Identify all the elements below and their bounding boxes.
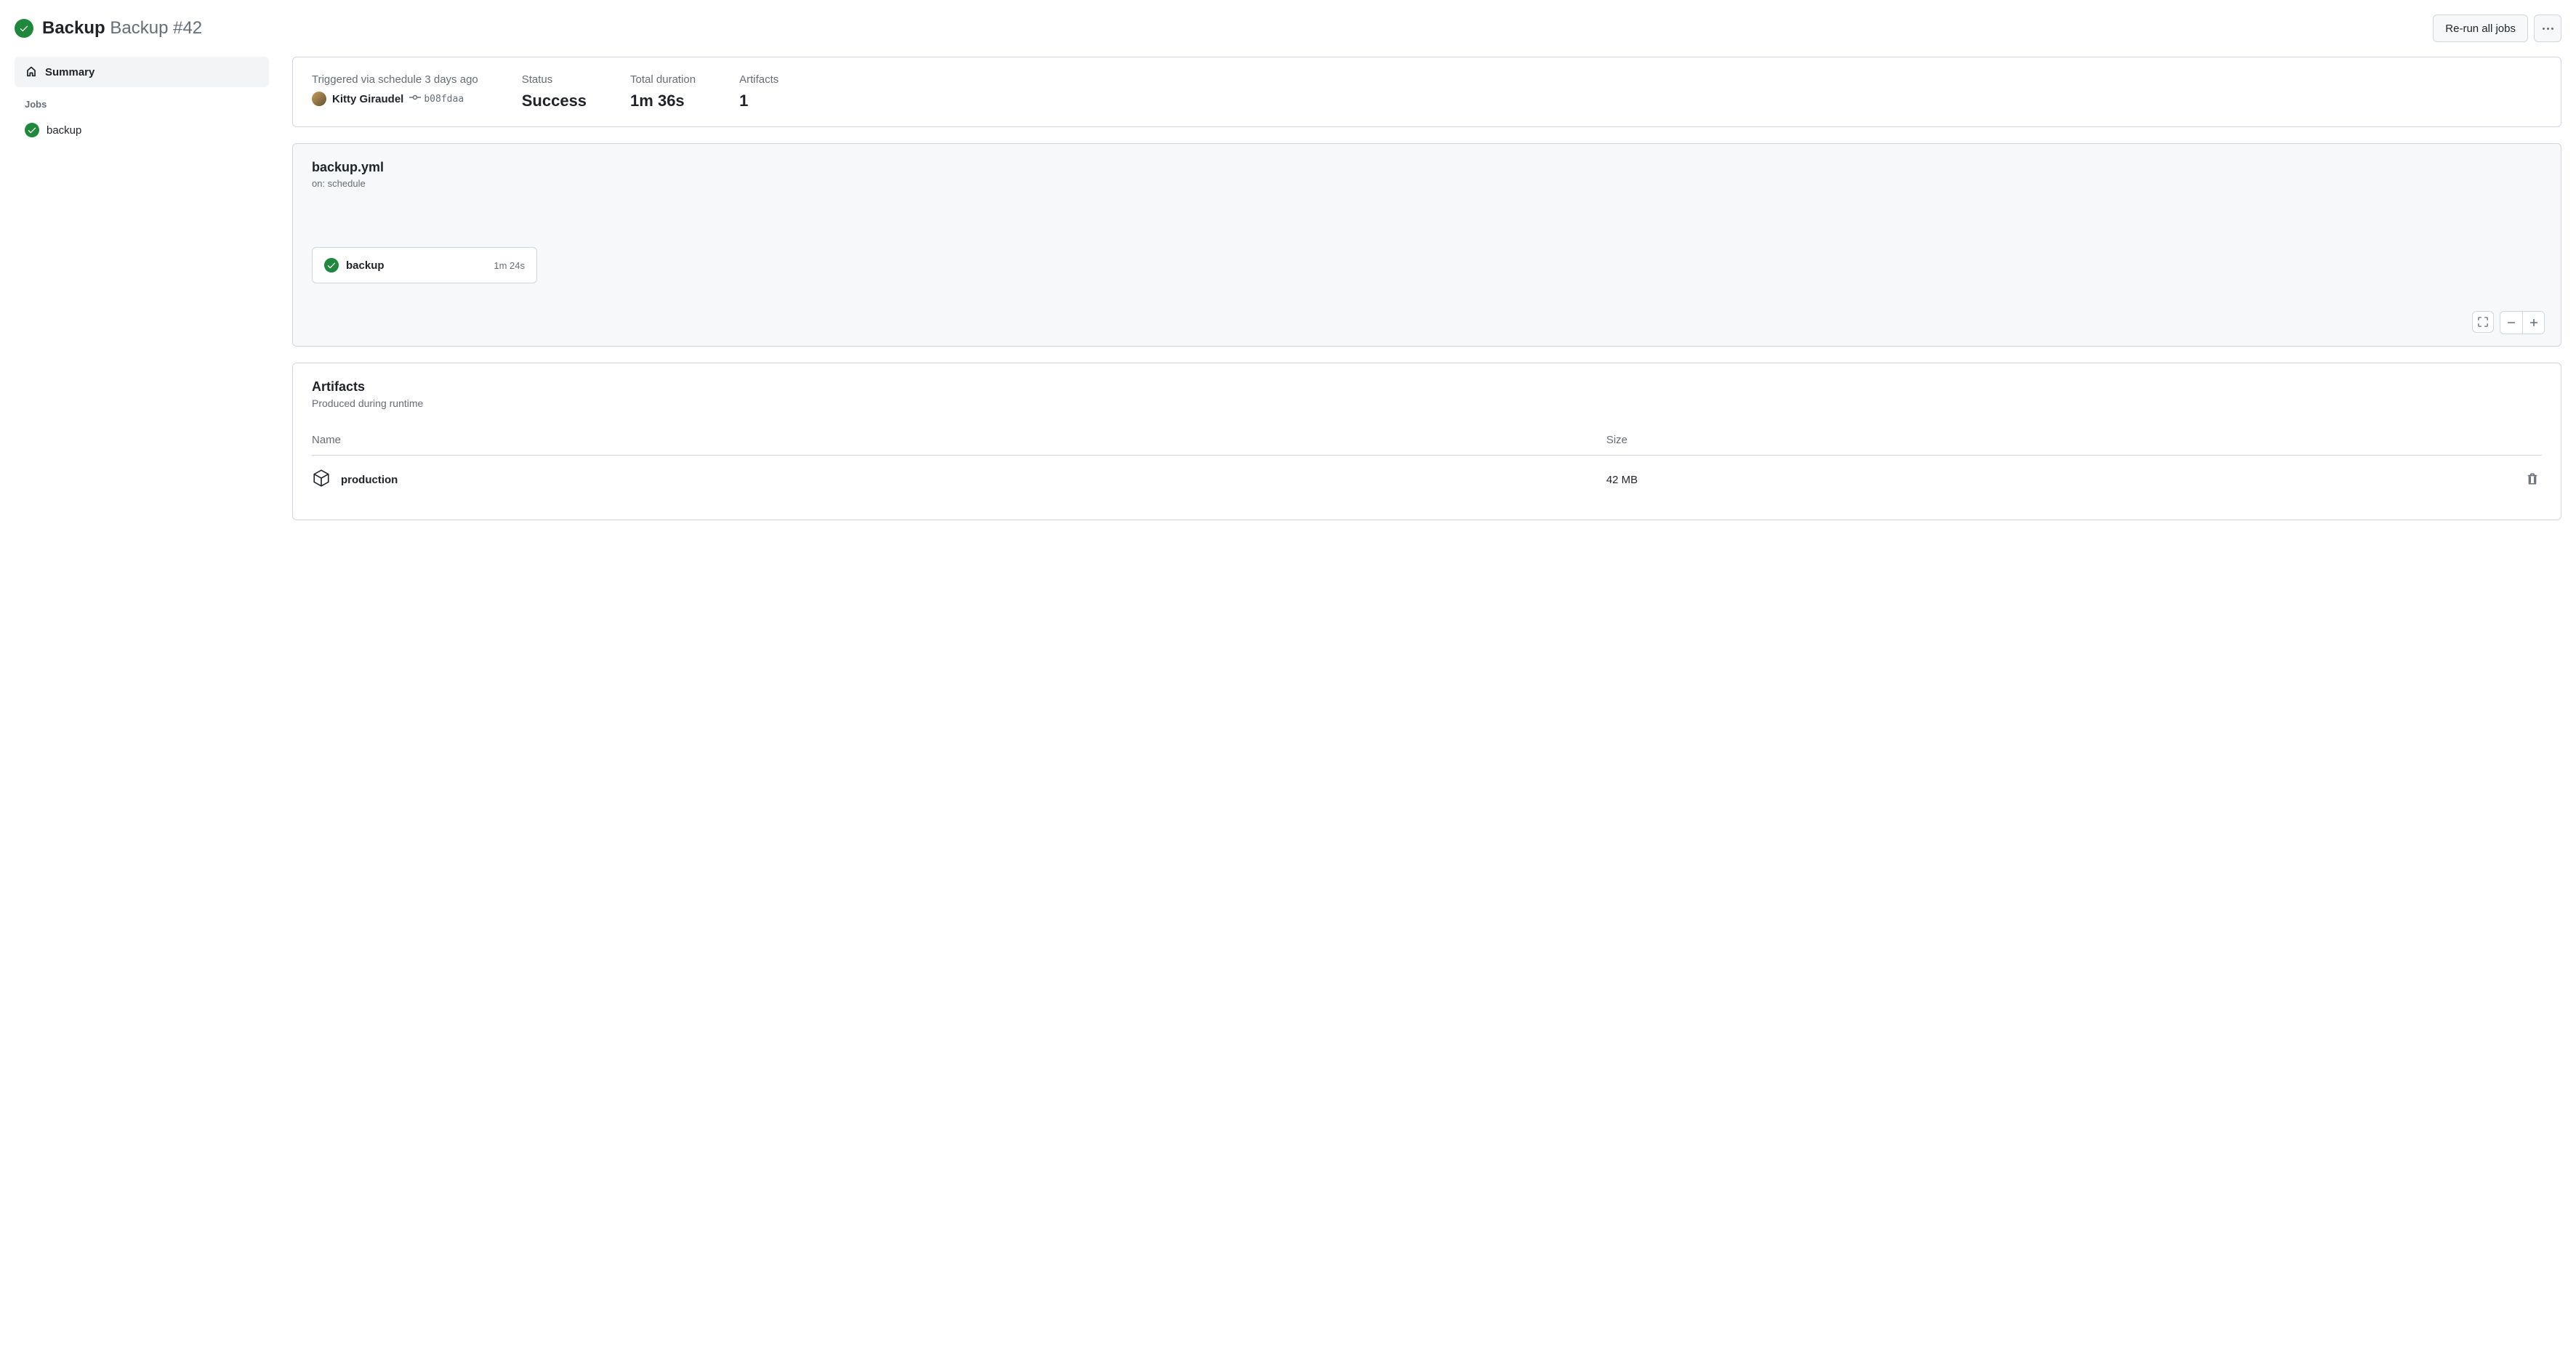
artifacts-table: Name Size production [312, 425, 2542, 504]
artifact-name: production [341, 474, 398, 486]
zoom-controls [2472, 311, 2545, 334]
status-value: Success [522, 92, 587, 110]
duration-label: Total duration [630, 73, 696, 86]
sidebar-item-label: Summary [45, 66, 94, 78]
run-meta-panel: Triggered via schedule 3 days ago Kitty … [292, 57, 2561, 127]
sidebar-item-label: backup [47, 124, 81, 137]
artifact-row: production 42 MB [312, 456, 2542, 504]
triggered-block: Triggered via schedule 3 days ago Kitty … [312, 73, 478, 110]
artifact-link[interactable]: production [312, 469, 1606, 490]
trash-icon [2526, 472, 2539, 485]
more-actions-button[interactable] [2534, 15, 2561, 42]
zoom-in-button[interactable] [2522, 312, 2544, 334]
kebab-icon [2543, 28, 2553, 30]
minus-icon [2506, 318, 2516, 328]
success-icon [15, 19, 33, 38]
artifacts-label: Artifacts [739, 73, 778, 86]
rerun-all-jobs-button[interactable]: Re-run all jobs [2433, 15, 2528, 42]
title-group: Backup Backup #42 [15, 18, 202, 39]
artifacts-subtitle: Produced during runtime [312, 397, 2542, 409]
page-header: Backup Backup #42 Re-run all jobs [15, 15, 2561, 42]
workflow-graph-panel: backup.yml on: schedule backup 1m 24s [292, 143, 2561, 347]
success-icon [25, 123, 39, 137]
artifact-size: 42 MB [1606, 456, 2498, 504]
package-icon [312, 469, 331, 490]
artifacts-value: 1 [739, 92, 778, 110]
artifacts-panel: Artifacts Produced during runtime Name S… [292, 363, 2561, 520]
workflow-file-name: backup.yml [312, 160, 2542, 175]
workflow-name: Backup [42, 18, 105, 38]
plus-icon [2529, 318, 2539, 328]
sidebar-item-summary[interactable]: Summary [15, 57, 269, 87]
sidebar: Summary Jobs backup [15, 57, 269, 536]
fullscreen-button[interactable] [2472, 311, 2494, 333]
status-label: Status [522, 73, 587, 86]
avatar[interactable] [312, 92, 326, 106]
duration-block: Total duration 1m 36s [630, 73, 696, 110]
commit-link[interactable]: b08fdaa [409, 92, 464, 106]
duration-value: 1m 36s [630, 92, 696, 110]
triggered-text: Triggered via schedule 3 days ago [312, 73, 478, 86]
job-node-name: backup [346, 259, 486, 272]
success-icon [324, 258, 339, 272]
fullscreen-icon [2478, 317, 2488, 327]
zoom-out-button[interactable] [2500, 312, 2522, 334]
sidebar-item-job-backup[interactable]: backup [15, 116, 269, 145]
col-name: Name [312, 425, 1606, 456]
job-node-duration: 1m 24s [494, 260, 525, 271]
artifacts-count-block: Artifacts 1 [739, 73, 778, 110]
workflow-trigger-line: on: schedule [312, 178, 2542, 189]
header-actions: Re-run all jobs [2433, 15, 2561, 42]
page-title: Backup Backup #42 [42, 18, 202, 39]
main-content: Triggered via schedule 3 days ago Kitty … [292, 57, 2561, 536]
sidebar-jobs-heading: Jobs [15, 87, 269, 116]
author-name[interactable]: Kitty Giraudel [332, 93, 403, 105]
artifacts-title: Artifacts [312, 379, 2542, 395]
home-icon [25, 64, 38, 80]
commit-icon [409, 92, 421, 106]
col-size: Size [1606, 425, 2498, 456]
run-number: Backup #42 [110, 18, 202, 38]
job-node-backup[interactable]: backup 1m 24s [312, 247, 537, 283]
status-block: Status Success [522, 73, 587, 110]
commit-sha: b08fdaa [424, 94, 464, 105]
delete-artifact-button[interactable] [2523, 469, 2542, 490]
